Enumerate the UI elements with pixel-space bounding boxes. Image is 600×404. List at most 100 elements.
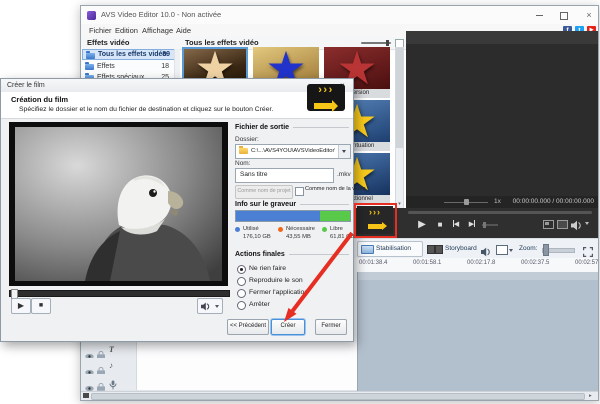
timeline-zoom-handle[interactable]: [543, 244, 549, 256]
name-label: Nom:: [235, 160, 251, 167]
timecode-display: 00:00:00.000 / 00:00:00.000: [512, 198, 594, 205]
folder-path-combobox[interactable]: C:\...\AVS4YOU\AVSVideoEditor\Output: [235, 144, 351, 159]
playback-speed: 1x: [494, 198, 501, 205]
needed-dot-icon: [278, 227, 283, 232]
as-video-name-label: Comme nom de la vidéo: [305, 186, 366, 192]
combo-dropdown-icon[interactable]: [338, 145, 350, 158]
dialog-heading: Création du film: [11, 95, 69, 104]
title-bar: AVS Video Editor 10.0 - Non activée ×: [81, 6, 598, 25]
volume-dropdown-icon[interactable]: [585, 222, 589, 225]
thumbnail-size-slider[interactable]: [361, 40, 391, 46]
next-frame-button[interactable]: ▶: [465, 216, 479, 234]
speed-slider-handle[interactable]: [464, 199, 469, 205]
create-film-highlight: [354, 203, 397, 238]
close-dialog-button[interactable]: Fermer: [315, 319, 347, 335]
video-preview-frame: [9, 122, 228, 286]
radio-arreter[interactable]: [237, 301, 246, 310]
music-track-header: ♪: [81, 358, 137, 376]
free-dot-icon: [322, 227, 327, 232]
as-video-name-checkbox[interactable]: [295, 187, 304, 196]
scroll-down-icon[interactable]: ▾: [396, 201, 403, 208]
zoom-label: Zoom:: [519, 245, 538, 252]
minimize-button[interactable]: [530, 7, 548, 23]
dialog-title-bar: Créer le film ×: [1, 79, 353, 93]
volume-icon[interactable]: [571, 218, 582, 236]
category-count: 89: [162, 51, 170, 58]
stop-button[interactable]: ■: [433, 216, 447, 234]
used-dot-icon: [235, 227, 240, 232]
file-extension: .mkv: [337, 171, 351, 178]
ruler-tick: 00:01:58.1: [413, 260, 442, 266]
play-button[interactable]: ▶: [414, 216, 430, 234]
output-file-section: Fichier de sortie: [235, 124, 349, 131]
maximize-button[interactable]: [555, 7, 573, 23]
effects-scrollbar[interactable]: ▾: [395, 47, 404, 209]
ruler-tick: 00:02:37.5: [521, 260, 550, 266]
dialog-seek-bar[interactable]: [9, 289, 230, 299]
stabilisation-button[interactable]: Stabilisation: [357, 241, 423, 257]
text-track-row[interactable]: T: [81, 342, 357, 360]
window-title: AVS Video Editor 10.0 - Non activée: [101, 10, 222, 19]
scrollbar-handle[interactable]: [91, 393, 585, 400]
clapperboard-icon: ›››: [307, 84, 345, 112]
folder-icon: [85, 61, 94, 70]
folder-label: Dossier:: [235, 136, 259, 143]
category-item-effets[interactable]: Effets 18: [82, 61, 173, 72]
menu-fichier[interactable]: Fichier: [89, 24, 112, 37]
music-track-row[interactable]: ♪: [81, 358, 357, 376]
burner-info-section: Info sur le graveur: [235, 201, 349, 208]
fit-screen-icon[interactable]: [543, 220, 554, 229]
app-icon: [87, 11, 96, 20]
dual-screen-icon[interactable]: [557, 220, 568, 229]
ruler-tick: 00:01:38.4: [359, 260, 388, 266]
text-track-icon: T: [109, 345, 114, 354]
as-project-name-button: Comme nom de projet: [235, 185, 293, 199]
timeline-area[interactable]: [357, 272, 598, 391]
folder-path-value: C:\...\AVS4YOU\AVSVideoEditor\Output: [251, 148, 335, 154]
timecode-strip: 1x 00:00:00.000 / 00:00:00.000: [406, 196, 598, 208]
dialog-header: Création du film Spécifiez le dossier et…: [1, 92, 353, 119]
shuttle-slider[interactable]: [482, 222, 498, 228]
music-note-icon: ♪: [109, 361, 113, 370]
menu-affichage[interactable]: Affichage: [142, 24, 173, 37]
dialog-play-button[interactable]: ▶: [11, 298, 31, 314]
screenshot-root: AVS Video Editor 10.0 - Non activée × Fi…: [0, 0, 600, 404]
voice-track-header: [81, 374, 137, 392]
disk-usage-bar: [235, 210, 351, 222]
radio-reproduire-le-son[interactable]: [237, 277, 246, 286]
final-actions-section: Actions finales: [235, 251, 349, 258]
effects-panel-title: Effets vidéo: [87, 38, 130, 47]
storyboard-icon: [427, 245, 443, 254]
folder-icon: [86, 50, 95, 59]
category-item-all[interactable]: Tous les effets vidéo 89: [82, 49, 175, 60]
eagle-preview-image: [15, 127, 222, 281]
dialog-stop-button[interactable]: ■: [31, 298, 51, 314]
dialog-title: Créer le film: [7, 82, 45, 89]
preview-screen: [406, 31, 598, 196]
voice-track-row[interactable]: [81, 374, 357, 392]
stabilisation-icon: [361, 245, 374, 254]
close-button[interactable]: ×: [580, 7, 598, 23]
previous-button[interactable]: << Précédent: [227, 319, 269, 335]
disk-used-bar: [236, 211, 321, 221]
create-button[interactable]: Créer: [271, 319, 305, 335]
previous-frame-button[interactable]: ◀: [449, 216, 463, 234]
ruler-tick: 00:02:57.2: [575, 260, 599, 266]
scrollbar-corner-block: [83, 393, 89, 398]
menu-aide[interactable]: Aide: [176, 24, 191, 37]
text-track-header: T: [81, 342, 137, 360]
screen-view-button[interactable]: [496, 245, 513, 255]
radio-ne-rien-faire[interactable]: [237, 265, 246, 274]
radio-fermer-application[interactable]: [237, 289, 246, 298]
create-film-dialog: Créer le film × Création du film Spécifi…: [0, 78, 366, 342]
horizontal-scrollbar[interactable]: ▸: [81, 391, 598, 400]
storyboard-toggle[interactable]: Storyboard: [445, 242, 477, 255]
ruler-tick: 00:02:17.8: [467, 260, 496, 266]
scroll-right-icon[interactable]: ▸: [589, 392, 592, 400]
file-name-input[interactable]: Sans titre: [235, 168, 334, 183]
dialog-volume-button[interactable]: [197, 298, 223, 314]
category-count: 18: [161, 63, 169, 70]
menu-edition[interactable]: Edition: [115, 24, 138, 37]
disk-free-bar: [320, 211, 350, 221]
seek-bar[interactable]: [408, 211, 592, 214]
